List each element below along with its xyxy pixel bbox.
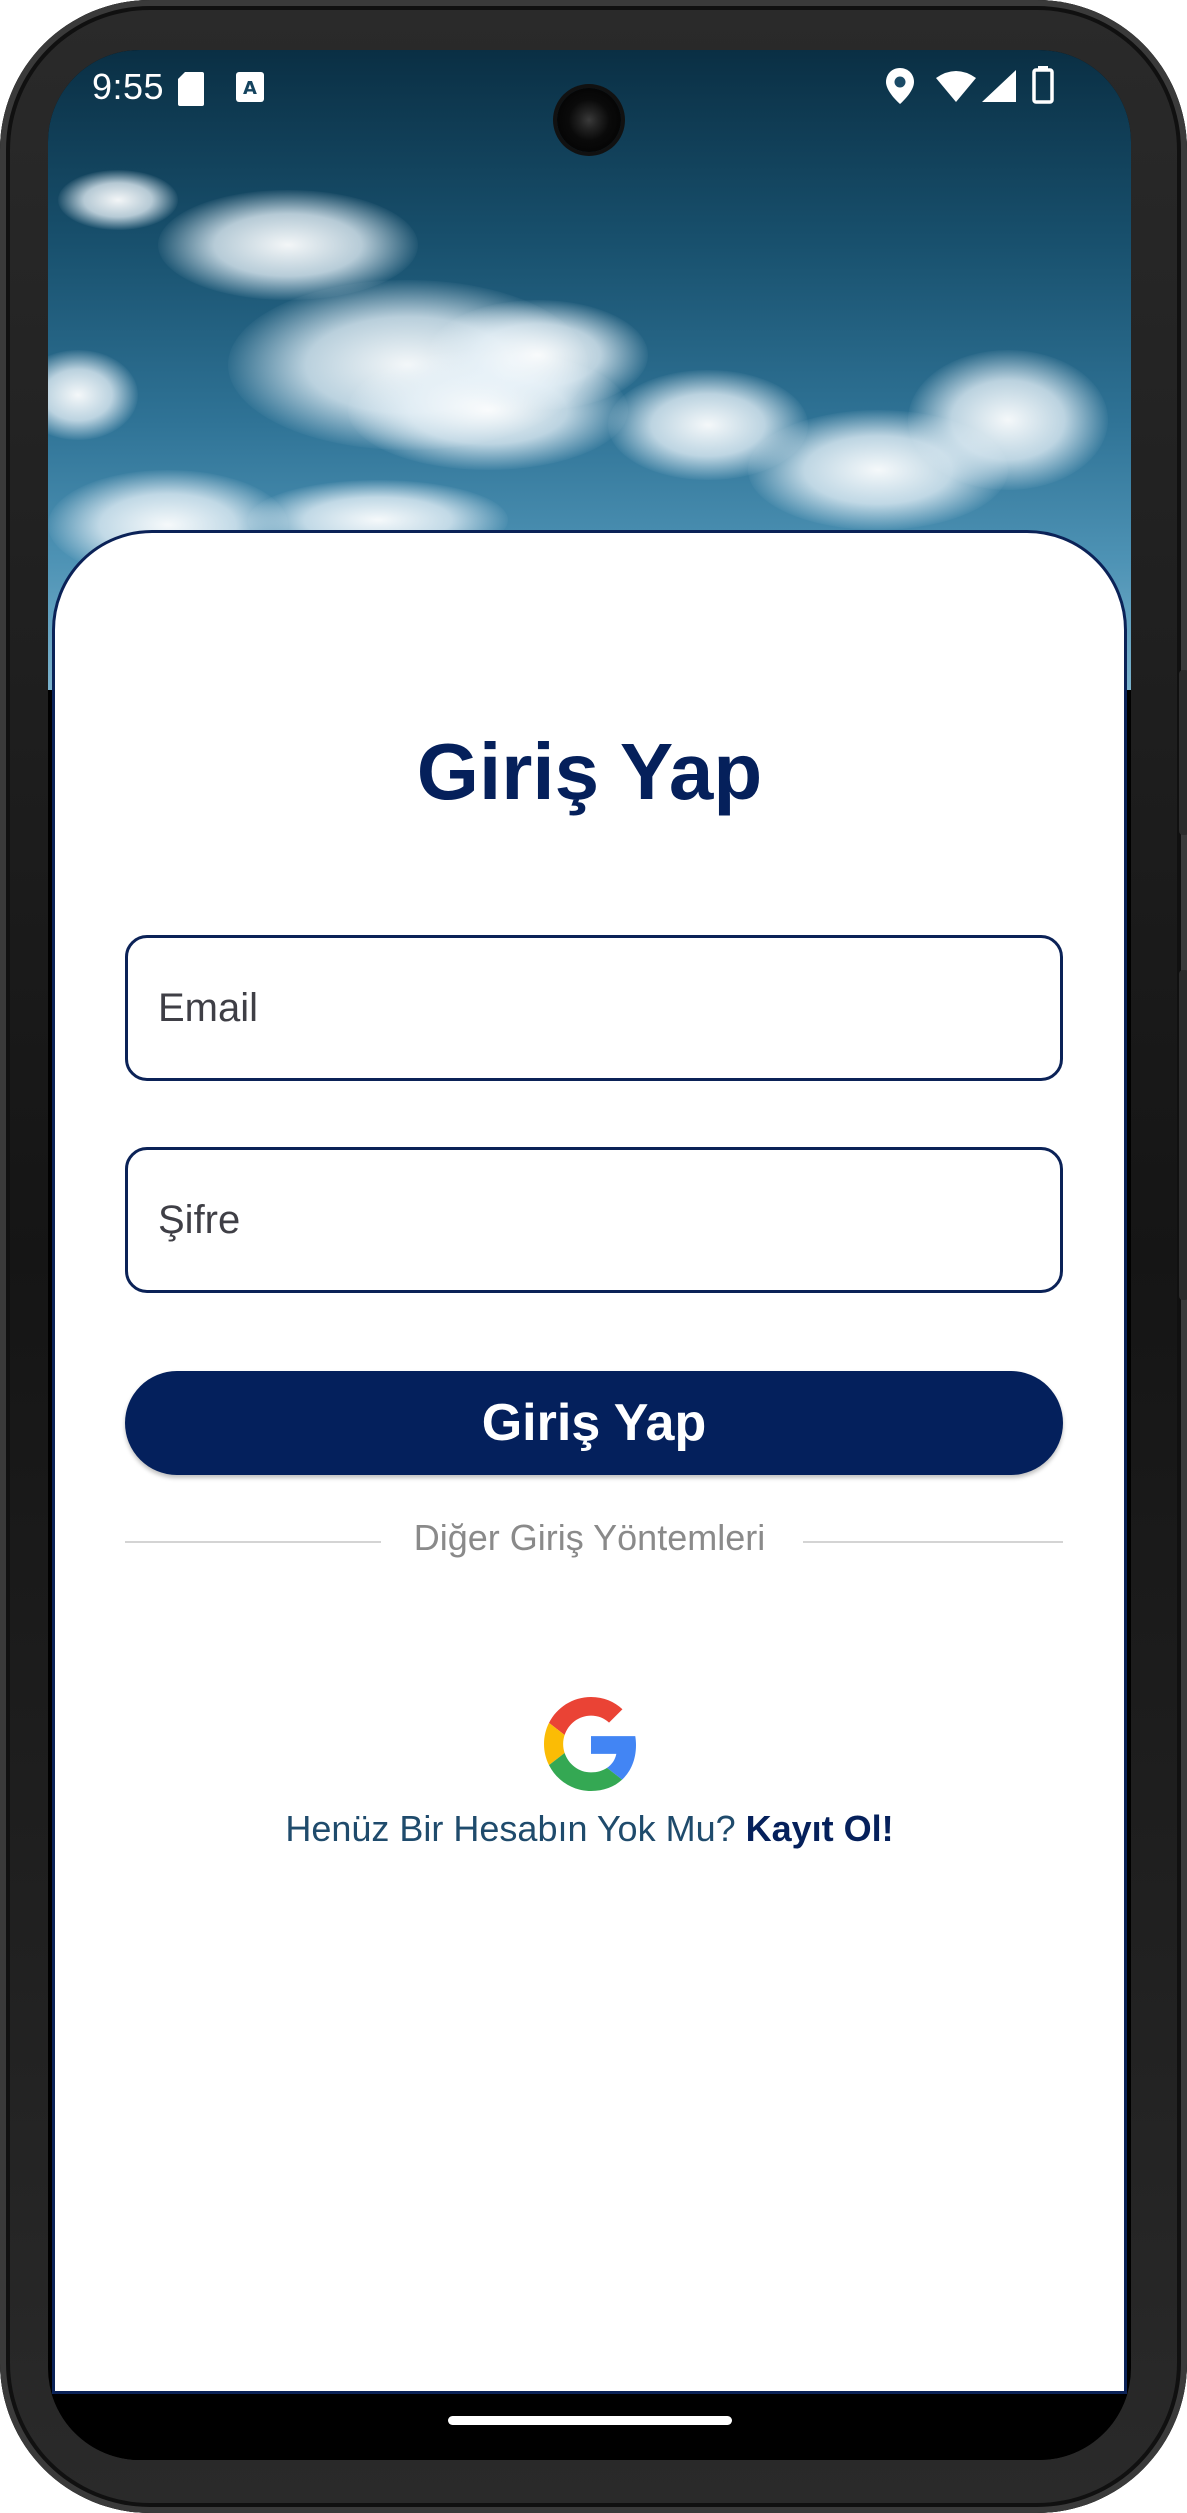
google-logo-icon[interactable] — [544, 1697, 638, 1791]
text-a-icon: A — [236, 72, 264, 107]
battery-icon — [1032, 66, 1054, 109]
signup-link[interactable]: Kayıt Ol! — [746, 1808, 894, 1849]
email-field[interactable]: Email — [125, 935, 1063, 1081]
power-button — [1179, 670, 1187, 835]
home-indicator[interactable] — [448, 2416, 732, 2425]
signup-prompt-text: Henüz Bir Hesabın Yok Mu? — [285, 1808, 736, 1849]
sd-card-icon — [178, 72, 204, 111]
volume-button — [1179, 970, 1187, 1300]
front-camera — [557, 88, 621, 152]
email-placeholder: Email — [158, 986, 259, 1030]
wifi-icon — [936, 70, 976, 107]
page-title: Giriş Yap — [416, 727, 763, 816]
signal-icon — [982, 70, 1016, 107]
divider-text: Diğer Giriş Yöntemleri — [413, 1517, 766, 1558]
signup-prompt: Henüz Bir Hesabın Yok Mu? Kayıt Ol! — [55, 1808, 1124, 1850]
login-card: Giriş Yap Email Şifre Giriş Yap Diğer Gi… — [52, 530, 1127, 2394]
login-button[interactable]: Giriş Yap — [125, 1371, 1063, 1475]
status-time: 9:55 — [92, 66, 165, 107]
location-icon — [886, 68, 914, 109]
password-placeholder: Şifre — [158, 1198, 241, 1242]
password-field[interactable]: Şifre — [125, 1147, 1063, 1293]
screen: 9:55 A Giriş Yap Email Şifre Giriş Yap D… — [48, 50, 1131, 2460]
divider-line-right — [803, 1541, 1063, 1543]
navigation-bar — [48, 2394, 1131, 2460]
svg-text:A: A — [243, 78, 257, 99]
phone-frame: 9:55 A Giriş Yap Email Şifre Giriş Yap D… — [0, 0, 1187, 2513]
